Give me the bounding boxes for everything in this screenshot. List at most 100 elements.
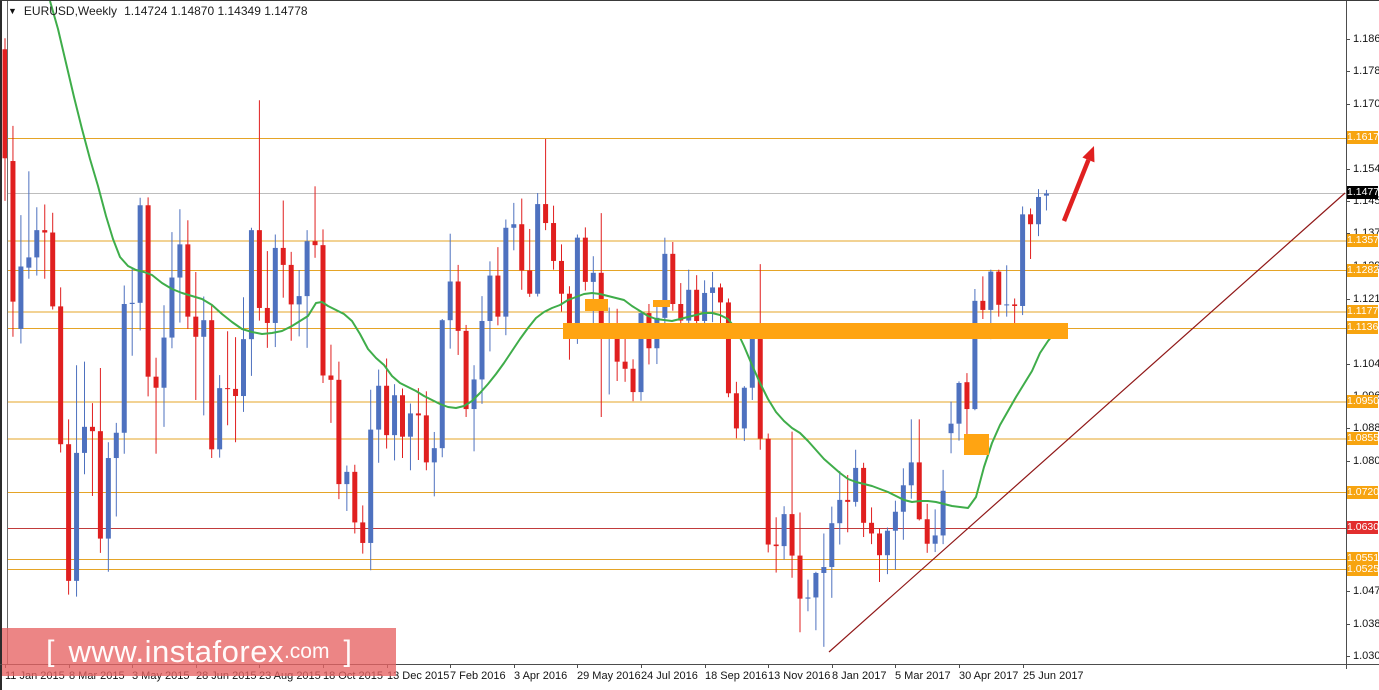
candle-body-bull	[74, 452, 80, 581]
candle	[368, 389, 374, 571]
candle-body-bear	[718, 287, 723, 303]
chart-title: ▼ EURUSD,Weekly 1.14724 1.14870 1.14349 1.…	[8, 4, 308, 18]
candle	[582, 227, 588, 291]
candle	[455, 264, 461, 355]
candle-body-bear	[225, 388, 231, 390]
candlestick-chart-svg[interactable]	[0, 1, 1346, 664]
candle	[900, 468, 906, 540]
candle	[781, 506, 787, 560]
candle	[535, 193, 541, 297]
price-tick-mark	[1346, 428, 1350, 429]
candle-body-bear	[423, 415, 429, 463]
price-tick-mark	[1346, 71, 1350, 72]
candle-body-bear	[66, 444, 72, 581]
zone-rectangle[interactable]	[964, 434, 989, 455]
time-tick-label: 29 May 2016	[577, 670, 641, 682]
candle	[439, 319, 445, 458]
chart-plot-area[interactable]	[0, 1, 1346, 664]
candle-body-bear	[145, 205, 151, 377]
candle-body-bear	[384, 385, 390, 436]
candle-body-bull	[892, 511, 898, 531]
price-tick-label: 1.10470	[1353, 358, 1379, 370]
candle-body-bull	[956, 382, 962, 424]
price-tick-mark	[1346, 461, 1350, 462]
ascending-trendline[interactable]	[828, 192, 1346, 653]
candle-body-bull	[853, 467, 859, 502]
price-level-badge: 1.13575	[1347, 234, 1379, 247]
candle	[765, 433, 771, 553]
time-tick-label: 25 Jun 2017	[1023, 670, 1084, 682]
time-tick-mark	[514, 665, 515, 668]
price-tick-label: 1.17870	[1353, 65, 1379, 77]
watermark-domain-suffix: .com	[283, 640, 330, 663]
candle-body-bear	[89, 426, 95, 432]
candle-body-bull	[201, 320, 207, 337]
time-tick-label: 8 Jan 2017	[832, 670, 887, 682]
candle-body-bear	[42, 230, 48, 233]
candle	[121, 285, 127, 454]
candle-body-bear	[622, 361, 628, 369]
candle-body-bear	[527, 270, 533, 294]
candle-body-bear	[352, 471, 358, 523]
candle-body-bull	[781, 514, 787, 547]
candle-body-bull	[296, 296, 302, 305]
time-tick-mark	[641, 665, 642, 668]
candle-body-bull	[26, 257, 32, 268]
price-tick-mark	[1346, 591, 1350, 592]
zone-rectangle[interactable]	[563, 323, 1068, 339]
candle-body-bear	[312, 241, 318, 246]
time-tick-label: 5 Mar 2017	[895, 670, 951, 682]
candle-body-bull	[1036, 196, 1041, 225]
candle	[630, 359, 636, 402]
candle	[924, 503, 930, 553]
candle	[495, 247, 501, 326]
candle-body-bull	[113, 432, 119, 459]
candle-body-bear	[10, 161, 16, 302]
price-axis[interactable]: 1.186901.178701.170501.154101.145901.137…	[1346, 1, 1379, 664]
projection-arrow-head[interactable]	[1082, 146, 1095, 163]
projection-arrow-shaft[interactable]	[1061, 159, 1091, 222]
price-tick-mark	[1346, 39, 1350, 40]
candle	[74, 365, 80, 597]
candle-body-bear	[877, 533, 882, 556]
candle-body-bear	[519, 224, 525, 271]
candle-body-bear	[360, 522, 366, 543]
candle-body-bear	[996, 271, 1002, 305]
candle	[551, 205, 557, 270]
price-level-badge: 1.16171	[1347, 131, 1379, 144]
candle	[193, 272, 199, 400]
price-tick-label: 1.12110	[1353, 293, 1379, 305]
watermark-bracket-left: [	[46, 635, 55, 668]
current-price-badge: 1.14778	[1347, 186, 1379, 199]
candle	[662, 237, 668, 329]
candle-body-bull	[1020, 214, 1026, 306]
time-tick-mark	[577, 665, 578, 668]
candle-body-bear	[280, 247, 286, 265]
candle	[89, 403, 95, 496]
candle-body-bull	[805, 597, 811, 599]
time-tick-mark	[705, 665, 706, 668]
candle-body-bull	[829, 523, 835, 568]
symbol-dropdown-icon[interactable]: ▼	[8, 5, 17, 17]
candle-body-bull	[137, 205, 143, 303]
price-tick-mark	[1346, 364, 1350, 365]
candle	[161, 305, 167, 427]
candle-body-bull	[837, 499, 843, 524]
instaforex-watermark: [www.instaforex .com]	[2, 628, 396, 676]
price-tick-label: 1.08010	[1353, 455, 1379, 467]
candle	[471, 365, 477, 452]
candle	[415, 388, 421, 461]
candle-body-bull	[304, 241, 310, 297]
zone-rectangle[interactable]	[653, 300, 670, 307]
candle-body-bull	[471, 379, 477, 410]
zone-rectangle[interactable]	[585, 299, 608, 311]
time-tick-label: 13 Dec 2015	[387, 670, 450, 682]
candle	[884, 527, 890, 575]
candle	[1036, 189, 1041, 237]
candle	[1028, 208, 1034, 259]
candle-body-bear	[495, 275, 501, 317]
candle	[702, 280, 708, 324]
candle-body-bear	[288, 264, 294, 305]
candle-body-bull	[407, 413, 413, 437]
candle	[837, 471, 843, 545]
